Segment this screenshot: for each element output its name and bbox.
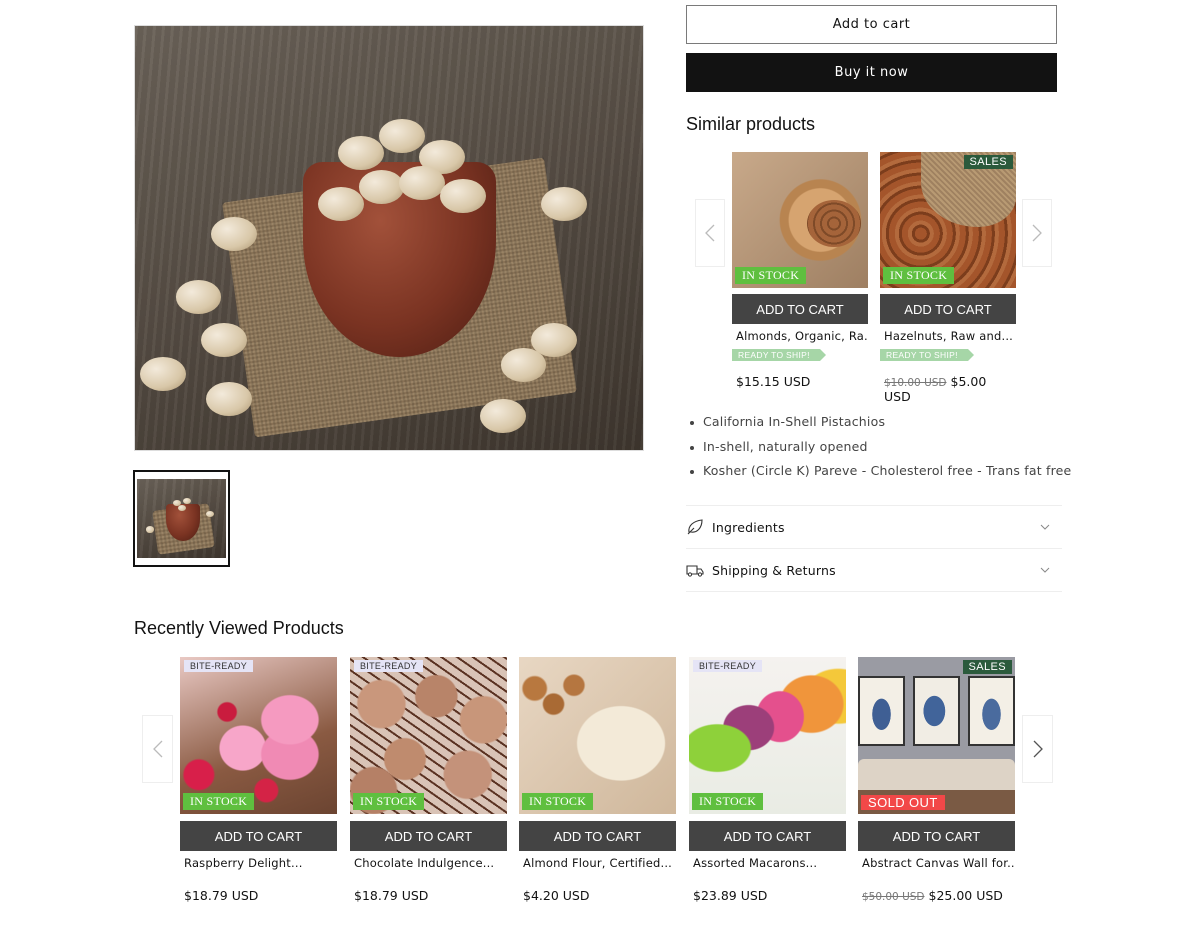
product-main-image[interactable] (134, 25, 644, 451)
add-to-cart-button[interactable]: ADD TO CART (732, 294, 868, 324)
sale-price: $15.15 USD (736, 374, 811, 389)
recent-next-button[interactable] (1022, 715, 1053, 783)
feature-item: In-shell, naturally opened (688, 439, 1071, 464)
product-price: $10.00 USD $5.00 USD (880, 374, 1016, 404)
ready-to-ship-badge: READY TO SHIP! (732, 349, 826, 361)
product-name[interactable]: Chocolate Indulgence... (350, 856, 507, 870)
truck-icon (686, 565, 704, 577)
recent-product-card[interactable]: BITE-READY IN STOCK ADD TO CART Chocolat… (350, 657, 507, 903)
product-price: $50.00 USD $25.00 USD (858, 888, 1015, 903)
chevron-left-icon (152, 740, 162, 758)
bite-ready-tag: BITE-READY (693, 660, 763, 672)
similar-products-title: Similar products (686, 114, 816, 134)
in-stock-badge: IN STOCK (883, 267, 955, 284)
similar-product-card[interactable]: SALES IN STOCK ADD TO CART Hazelnuts, Ra… (880, 152, 1016, 404)
accordion-ingredients[interactable]: Ingredients (686, 505, 1062, 548)
ready-to-ship-badge: READY TO SHIP! (880, 349, 974, 361)
pistachio-bowl-image (135, 26, 643, 450)
product-name[interactable]: Almonds, Organic, Ra... (732, 329, 868, 343)
recent-prev-button[interactable] (142, 715, 173, 783)
accordion-divider (686, 591, 1062, 592)
chevron-right-icon (1033, 740, 1043, 758)
similar-next-button[interactable] (1022, 199, 1052, 267)
recent-product-card[interactable]: BITE-READY IN STOCK ADD TO CART Assorted… (689, 657, 846, 903)
chevron-left-icon (705, 224, 715, 242)
product-features-list: California In-Shell Pistachios In-shell,… (688, 414, 1071, 488)
sale-price: $25.00 USD (928, 888, 1003, 903)
chevron-down-icon (1040, 524, 1050, 530)
leaf-icon (687, 519, 703, 535)
in-stock-badge: IN STOCK (183, 793, 255, 810)
in-stock-badge: IN STOCK (522, 793, 594, 810)
product-price: $15.15 USD (732, 374, 868, 389)
sold-out-badge: SOLD OUT (861, 795, 945, 810)
similar-prev-button[interactable] (695, 199, 725, 267)
product-name[interactable]: Almond Flour, Certified... (519, 856, 676, 870)
recently-viewed-title: Recently Viewed Products (134, 618, 344, 638)
accordion-shipping-returns[interactable]: Shipping & Returns (686, 548, 1062, 591)
feature-item: California In-Shell Pistachios (688, 414, 1071, 439)
sales-badge: SALES (962, 660, 1012, 674)
chevron-right-icon (1032, 224, 1042, 242)
product-image-abstract-canvas[interactable]: SALES SOLD OUT (858, 657, 1015, 814)
product-image-almonds[interactable]: IN STOCK (732, 152, 868, 288)
accordion-label: Shipping & Returns (712, 562, 836, 578)
product-price: $4.20 USD (523, 888, 590, 903)
add-to-cart-button[interactable]: ADD TO CART (519, 821, 676, 851)
add-to-cart-button[interactable]: Add to cart (686, 5, 1057, 44)
product-image-almond-flour[interactable]: IN STOCK (519, 657, 676, 814)
in-stock-badge: IN STOCK (353, 793, 425, 810)
recent-product-card[interactable]: BITE-READY IN STOCK ADD TO CART Raspberr… (180, 657, 337, 903)
compare-at-price: $10.00 USD (884, 377, 947, 389)
recent-product-card[interactable]: IN STOCK ADD TO CART Almond Flour, Certi… (519, 657, 676, 903)
add-to-cart-button[interactable]: ADD TO CART (180, 821, 337, 851)
product-price: $18.79 USD (184, 888, 259, 903)
buy-it-now-button[interactable]: Buy it now (686, 53, 1057, 92)
chevron-down-icon (1040, 567, 1050, 573)
bite-ready-tag: BITE-READY (184, 660, 254, 672)
product-image-hazelnuts[interactable]: SALES IN STOCK (880, 152, 1016, 288)
add-to-cart-button[interactable]: ADD TO CART (689, 821, 846, 851)
bite-ready-tag: BITE-READY (354, 660, 424, 672)
similar-product-card[interactable]: IN STOCK ADD TO CART Almonds, Organic, R… (732, 152, 868, 389)
product-image-raspberry-macarons[interactable]: BITE-READY IN STOCK (180, 657, 337, 814)
compare-at-price: $50.00 USD (862, 891, 925, 903)
product-name[interactable]: Hazelnuts, Raw and... (880, 329, 1016, 343)
product-thumbnail[interactable] (133, 470, 230, 567)
product-price: $23.89 USD (693, 888, 768, 903)
sales-badge: SALES (963, 155, 1013, 169)
feature-item: Kosher (Circle K) Pareve - Cholesterol f… (688, 463, 1071, 488)
add-to-cart-button[interactable]: ADD TO CART (350, 821, 507, 851)
product-image-chocolate-macarons[interactable]: BITE-READY IN STOCK (350, 657, 507, 814)
product-name[interactable]: Assorted Macarons... (689, 856, 846, 870)
accordion-label: Ingredients (712, 519, 785, 535)
product-name[interactable]: Raspberry Delight... (180, 856, 337, 870)
in-stock-badge: IN STOCK (735, 267, 807, 284)
product-price: $18.79 USD (354, 888, 429, 903)
pistachio-thumbnail-image (137, 479, 226, 558)
product-image-assorted-macarons[interactable]: BITE-READY IN STOCK (689, 657, 846, 814)
add-to-cart-button[interactable]: ADD TO CART (880, 294, 1016, 324)
recent-product-card[interactable]: SALES SOLD OUT ADD TO CART Abstract Canv… (858, 657, 1015, 903)
in-stock-badge: IN STOCK (692, 793, 764, 810)
add-to-cart-button[interactable]: ADD TO CART (858, 821, 1015, 851)
product-name[interactable]: Abstract Canvas Wall for... (858, 856, 1015, 870)
